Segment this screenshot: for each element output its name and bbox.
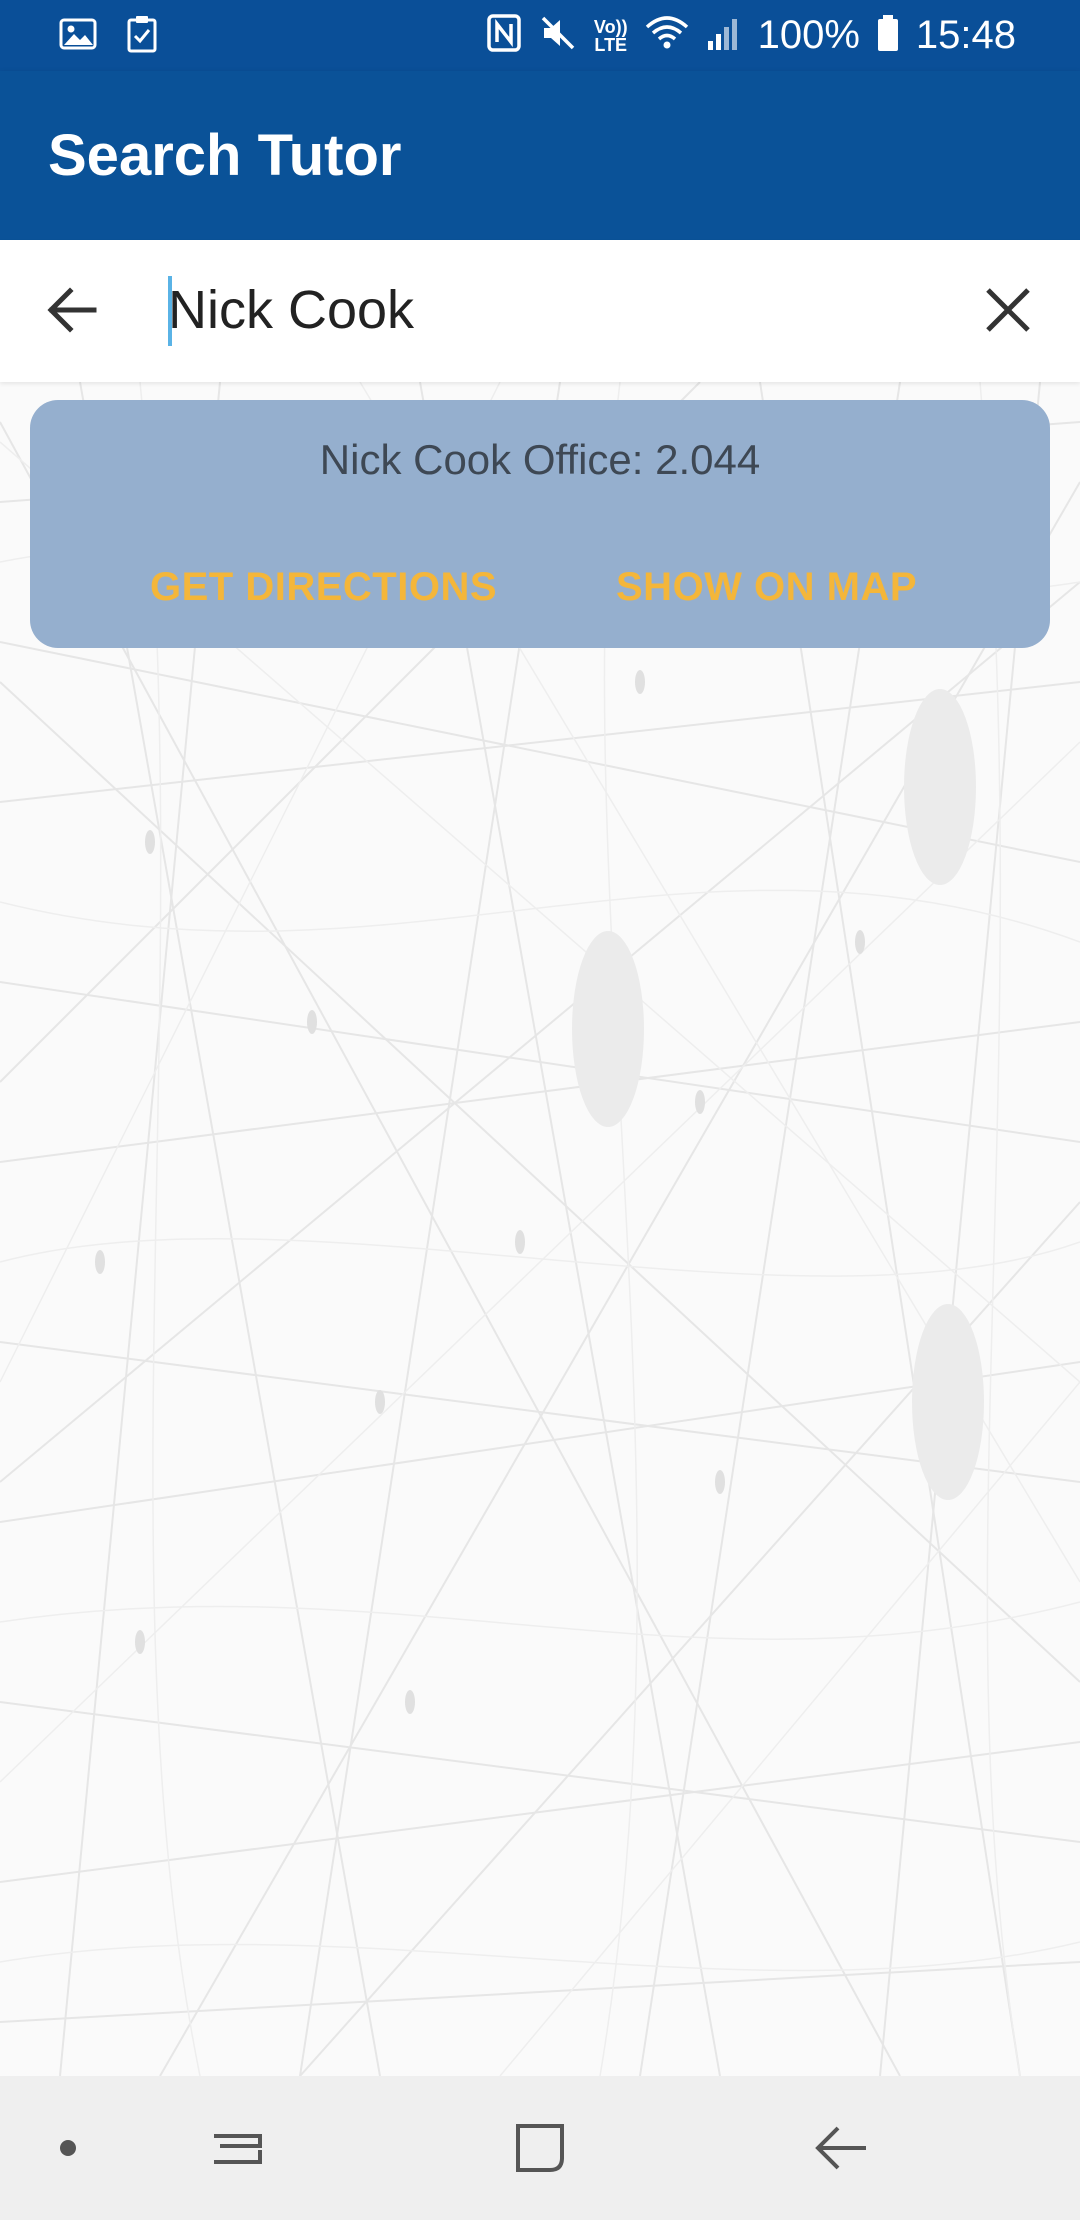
search-bar — [0, 240, 1080, 382]
close-icon[interactable] — [976, 278, 1040, 342]
get-directions-button[interactable]: GET DIRECTIONS — [150, 552, 497, 622]
clock: 15:48 — [915, 13, 1016, 57]
show-on-map-button[interactable]: SHOW ON MAP — [616, 552, 917, 622]
wifi-icon — [644, 13, 690, 58]
system-nav-bar — [0, 2076, 1080, 2220]
nfc-icon — [486, 13, 522, 58]
signal-icon — [706, 13, 742, 58]
status-bar: Vo)) LTE 100% 15:48 — [0, 0, 1080, 71]
clipboard-check-icon — [124, 14, 160, 59]
recent-apps-icon[interactable] — [202, 2112, 274, 2184]
mute-icon — [538, 13, 578, 58]
search-input[interactable] — [168, 270, 948, 350]
gallery-icon — [58, 14, 98, 59]
dot-icon[interactable] — [32, 2112, 104, 2184]
app-bar: Search Tutor — [0, 71, 1080, 240]
page-title: Search Tutor — [48, 123, 402, 188]
home-icon[interactable] — [504, 2112, 576, 2184]
search-result-card[interactable]: Nick Cook Office: 2.044 GET DIRECTIONS S… — [30, 400, 1050, 648]
arrow-back-icon[interactable] — [40, 278, 104, 342]
result-text: Nick Cook Office: 2.044 — [319, 436, 761, 483]
text-cursor — [168, 276, 172, 346]
battery-icon — [876, 13, 900, 58]
back-icon[interactable] — [806, 2112, 878, 2184]
battery-percent: 100% — [757, 13, 860, 57]
volte-icon: Vo)) LTE — [593, 16, 628, 55]
